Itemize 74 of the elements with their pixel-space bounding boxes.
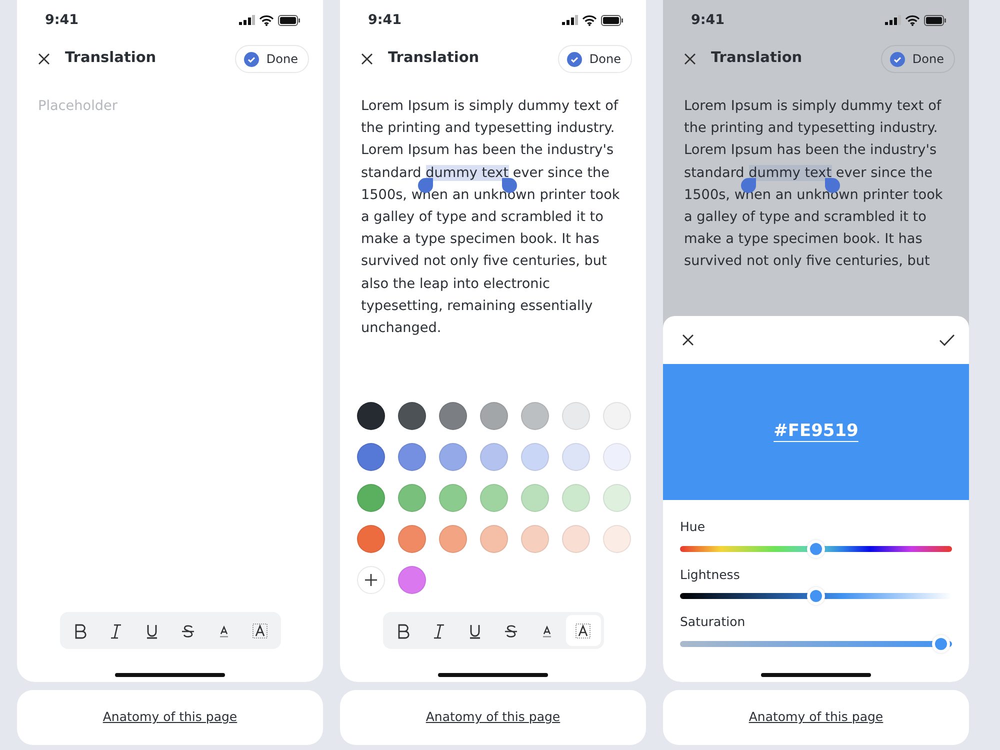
slider-thumb[interactable] [932, 635, 950, 653]
italic-icon [431, 622, 447, 638]
status-time: 9:41 [368, 10, 402, 30]
format-button[interactable] [566, 615, 600, 646]
confirm-button[interactable] [939, 332, 955, 347]
signal-icon [239, 15, 255, 25]
close-button[interactable] [683, 52, 697, 66]
color-swatch[interactable] [603, 402, 631, 430]
close-button[interactable] [360, 52, 374, 66]
color-swatch[interactable] [357, 484, 385, 512]
color-swatch[interactable] [562, 402, 590, 430]
text-input[interactable]: Placeholder [17, 78, 323, 122]
color-swatch[interactable] [357, 443, 385, 471]
color-swatch[interactable] [439, 443, 467, 471]
color-swatch[interactable] [357, 525, 385, 553]
status-time: 9:41 [45, 10, 79, 30]
underline-icon [144, 622, 160, 638]
check-circle-icon [890, 52, 906, 66]
color-swatch[interactable] [398, 402, 426, 430]
plus-icon [364, 573, 378, 587]
color-swatch[interactable] [480, 484, 508, 512]
color-swatch[interactable] [357, 402, 385, 430]
color-swatch[interactable] [398, 566, 426, 594]
highlight-icon [252, 622, 268, 638]
color-swatch[interactable] [562, 443, 590, 471]
highlight-icon [575, 622, 591, 638]
close-button[interactable] [37, 52, 51, 66]
slider-label: Hue [680, 518, 706, 536]
screen-title: Translation [711, 49, 804, 68]
color-swatch[interactable] [521, 443, 549, 471]
color-swatch[interactable] [603, 484, 631, 512]
screen-title: Translation [65, 49, 158, 68]
color-swatch[interactable] [480, 525, 508, 553]
strikethrough-icon [503, 622, 519, 638]
color-swatch[interactable] [603, 443, 631, 471]
done-button[interactable]: Done [235, 45, 309, 73]
wifi-icon [905, 14, 920, 26]
color-swatch[interactable] [480, 443, 508, 471]
done-button[interactable]: Done [881, 45, 955, 73]
check-circle-icon [567, 52, 582, 66]
color-swatch[interactable] [439, 525, 467, 553]
signal-icon [885, 15, 901, 25]
signal-icon [562, 15, 578, 25]
battery-icon [924, 14, 947, 26]
color-swatch[interactable] [480, 402, 508, 430]
color-swatch[interactable] [398, 525, 426, 553]
slider-label: Lightness [680, 566, 741, 584]
strikethrough-icon [180, 622, 196, 638]
anatomy-link[interactable]: Anatomy of this page [748, 708, 884, 727]
anatomy-link[interactable]: Anatomy of this page [426, 708, 560, 727]
check-circle-icon [244, 52, 260, 66]
color-swatch[interactable] [439, 484, 467, 512]
color-swatch[interactable] [521, 402, 549, 430]
anatomy-link[interactable]: Anatomy of this page [102, 708, 238, 727]
color-swatch[interactable] [439, 402, 467, 430]
color-swatch[interactable] [398, 443, 426, 471]
status-time: 9:41 [691, 10, 725, 30]
color-swatch[interactable] [521, 525, 549, 553]
color-swatch[interactable] [562, 484, 590, 512]
battery-icon [278, 14, 301, 26]
color-swatch[interactable] [398, 484, 426, 512]
screen-title: Translation [388, 49, 480, 68]
slider-label: Saturation [680, 613, 746, 632]
wifi-icon [582, 14, 597, 26]
italic-icon [108, 622, 124, 638]
close-button[interactable] [681, 332, 695, 347]
wifi-icon [259, 14, 274, 26]
underline-icon [467, 622, 483, 638]
battery-icon [601, 14, 624, 26]
color-swatch[interactable] [603, 525, 631, 553]
done-button[interactable]: Done [558, 45, 632, 73]
color-swatch[interactable] [521, 484, 549, 512]
color-swatch[interactable] [562, 525, 590, 553]
add-color-button[interactable] [357, 566, 385, 594]
